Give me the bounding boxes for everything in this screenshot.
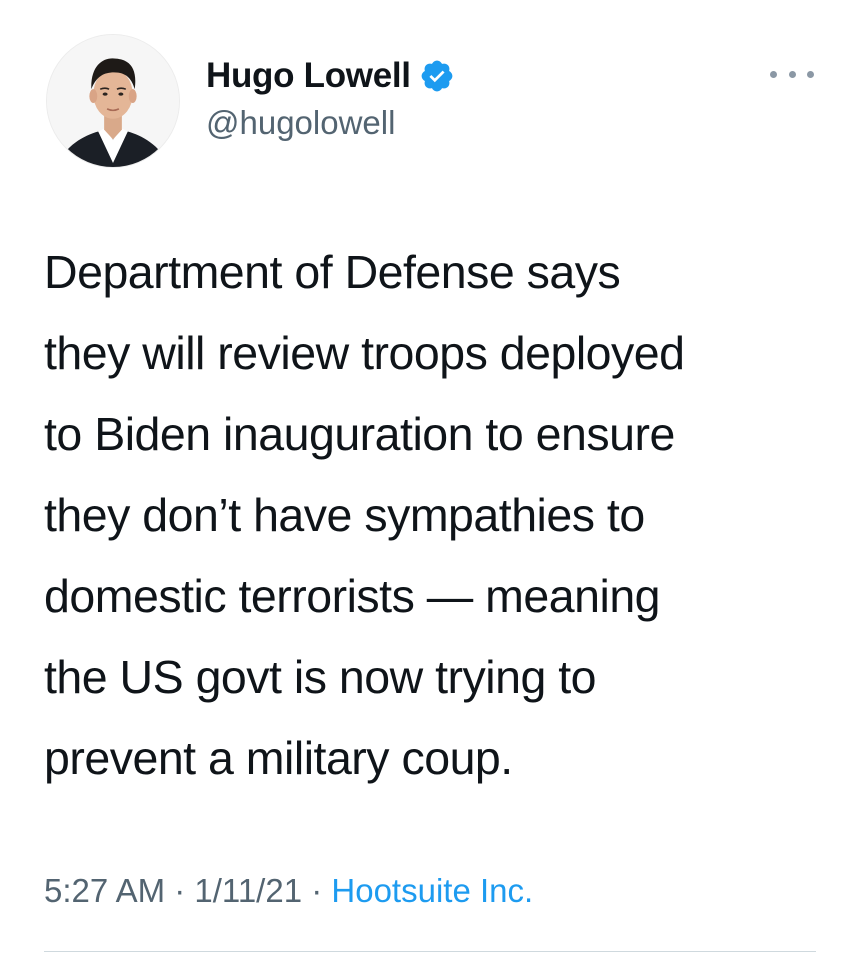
tweet-text-line: Department of Defense says [44, 246, 621, 298]
tweet-card: Hugo Lowell @hugolowell Department of De… [0, 0, 858, 960]
author-handle[interactable]: @hugolowell [206, 104, 395, 142]
author-name-row: Hugo Lowell [206, 54, 455, 98]
meta-separator: · [302, 872, 332, 909]
more-options-icon[interactable] [770, 64, 814, 84]
tweet-text-line: to Biden inauguration to ensure [44, 408, 675, 460]
tweet-text-line: prevent a military coup. [44, 732, 513, 784]
tweet-text-line: domestic terrorists — meaning [44, 570, 661, 622]
tweet-date[interactable]: 1/11/21 [194, 872, 302, 909]
tweet-source-link[interactable]: Hootsuite Inc. [331, 872, 533, 909]
author-display-name[interactable]: Hugo Lowell [206, 56, 411, 96]
verified-badge-icon [419, 58, 455, 94]
meta-separator: · [165, 872, 195, 909]
avatar[interactable] [46, 34, 180, 168]
divider [44, 951, 816, 952]
tweet-text-line: they don’t have sympathies to [44, 489, 645, 541]
tweet-time[interactable]: 5:27 AM [44, 872, 165, 909]
more-dot [788, 70, 796, 78]
tweet-text-line: the US govt is now trying to [44, 651, 597, 703]
avatar-photo [47, 35, 179, 167]
tweet-text: Department of Defense says they will rev… [44, 232, 834, 799]
tweet-metadata: 5:27 AM · 1/11/21 · Hootsuite Inc. [44, 872, 533, 910]
more-dot [807, 70, 814, 78]
tweet-text-line: they will review troops deployed [44, 327, 685, 379]
more-dot [770, 70, 777, 78]
